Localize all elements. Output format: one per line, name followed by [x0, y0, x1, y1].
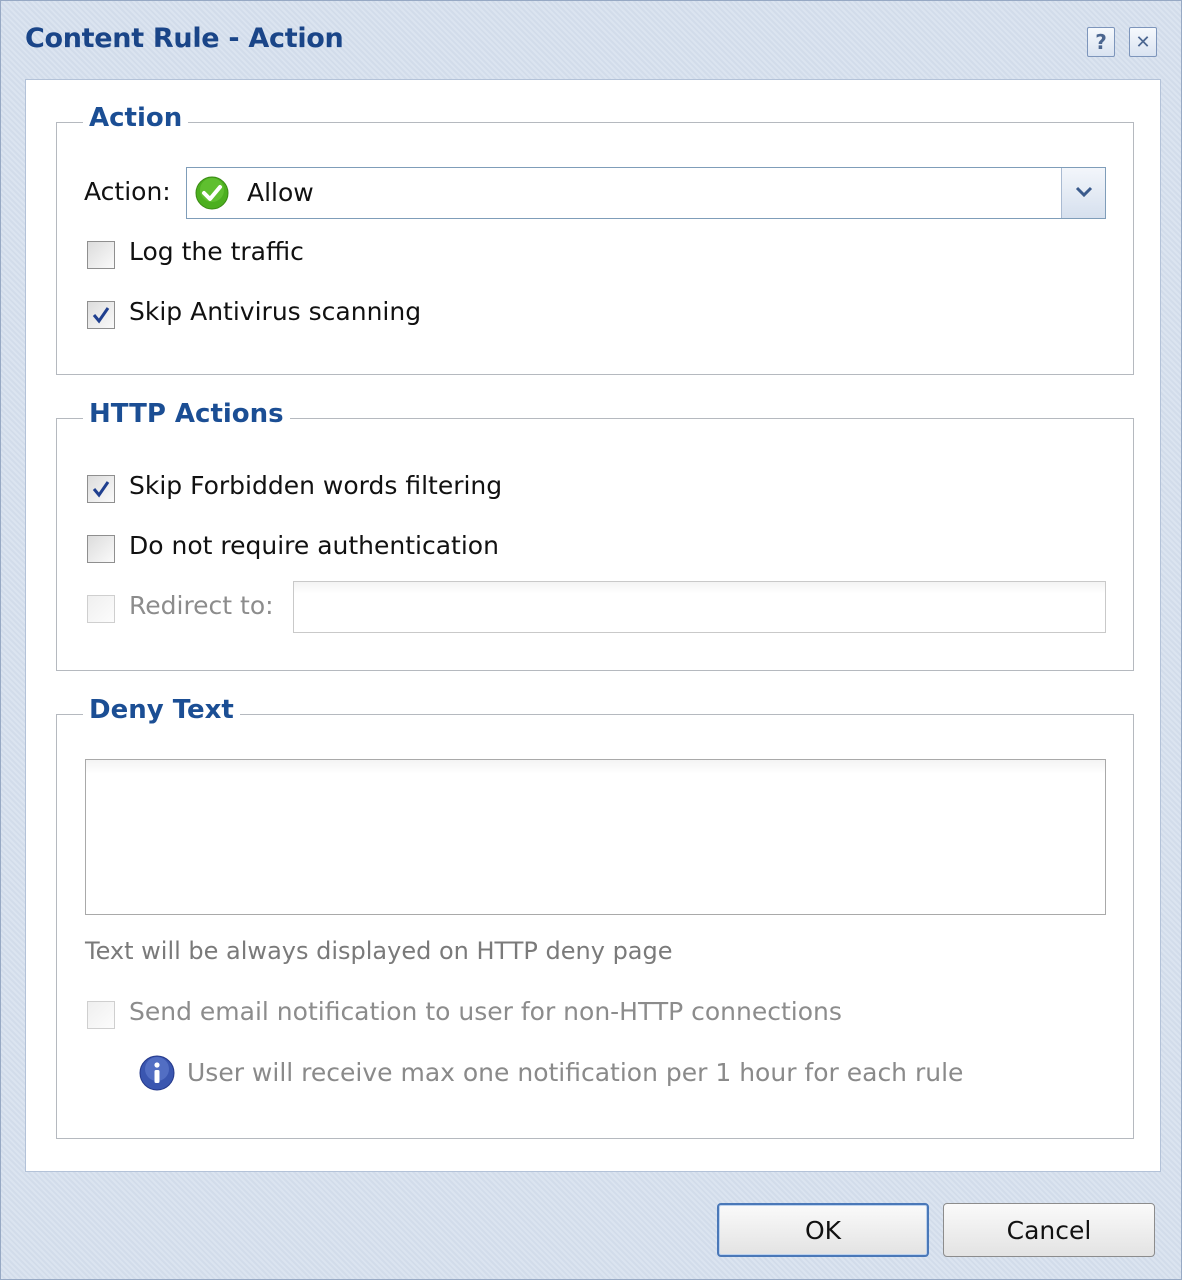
dialog-window: Content Rule - Action ? ✕ Action Action:…: [0, 0, 1182, 1280]
dialog-body: Action Action: Allow Log the traffic Ski…: [25, 79, 1161, 1172]
log-traffic-label[interactable]: Log the traffic: [129, 237, 304, 266]
redirect-label: Redirect to:: [129, 591, 274, 620]
chevron-down-icon: [1074, 183, 1094, 205]
skip-antivirus-checkbox[interactable]: [87, 301, 115, 329]
action-group: Action Action: Allow Log the traffic Ski…: [56, 103, 1134, 375]
deny-text-group: Deny Text Text will be always displayed …: [56, 695, 1134, 1139]
cancel-button[interactable]: Cancel: [943, 1203, 1155, 1257]
action-select-value: Allow: [247, 178, 314, 207]
title-bar[interactable]: Content Rule - Action ? ✕: [1, 1, 1181, 79]
info-text: User will receive max one notification p…: [187, 1058, 964, 1087]
email-notify-label: Send email notification to user for non-…: [129, 997, 842, 1026]
close-icon: ✕: [1135, 31, 1151, 53]
check-circle-icon: [195, 176, 229, 214]
skip-forbidden-label[interactable]: Skip Forbidden words filtering: [129, 471, 502, 500]
dialog-title: Content Rule - Action: [25, 23, 344, 54]
email-notify-checkbox[interactable]: [87, 1001, 115, 1029]
close-button[interactable]: ✕: [1129, 27, 1157, 57]
deny-text-area[interactable]: [85, 759, 1106, 915]
info-icon: [139, 1055, 175, 1095]
skip-antivirus-label[interactable]: Skip Antivirus scanning: [129, 297, 421, 326]
redirect-url-input[interactable]: [293, 581, 1106, 633]
ok-button[interactable]: OK: [717, 1203, 929, 1257]
action-select[interactable]: Allow: [186, 167, 1106, 219]
no-auth-checkbox[interactable]: [87, 535, 115, 563]
skip-forbidden-checkbox[interactable]: [87, 475, 115, 503]
checkmark-icon: [92, 307, 110, 324]
redirect-checkbox[interactable]: [87, 595, 115, 623]
no-auth-label[interactable]: Do not require authentication: [129, 531, 499, 560]
checkmark-icon: [92, 481, 110, 498]
action-label: Action:: [84, 177, 171, 206]
http-actions-group: HTTP Actions Skip Forbidden words filter…: [56, 399, 1134, 671]
help-icon: ?: [1095, 30, 1107, 54]
deny-text-legend: Deny Text: [83, 695, 240, 725]
action-group-legend: Action: [83, 103, 189, 133]
help-button[interactable]: ?: [1087, 27, 1115, 57]
deny-text-hint: Text will be always displayed on HTTP de…: [85, 937, 673, 965]
dropdown-button[interactable]: [1061, 168, 1105, 218]
log-traffic-checkbox[interactable]: [87, 241, 115, 269]
http-actions-legend: HTTP Actions: [83, 399, 290, 429]
